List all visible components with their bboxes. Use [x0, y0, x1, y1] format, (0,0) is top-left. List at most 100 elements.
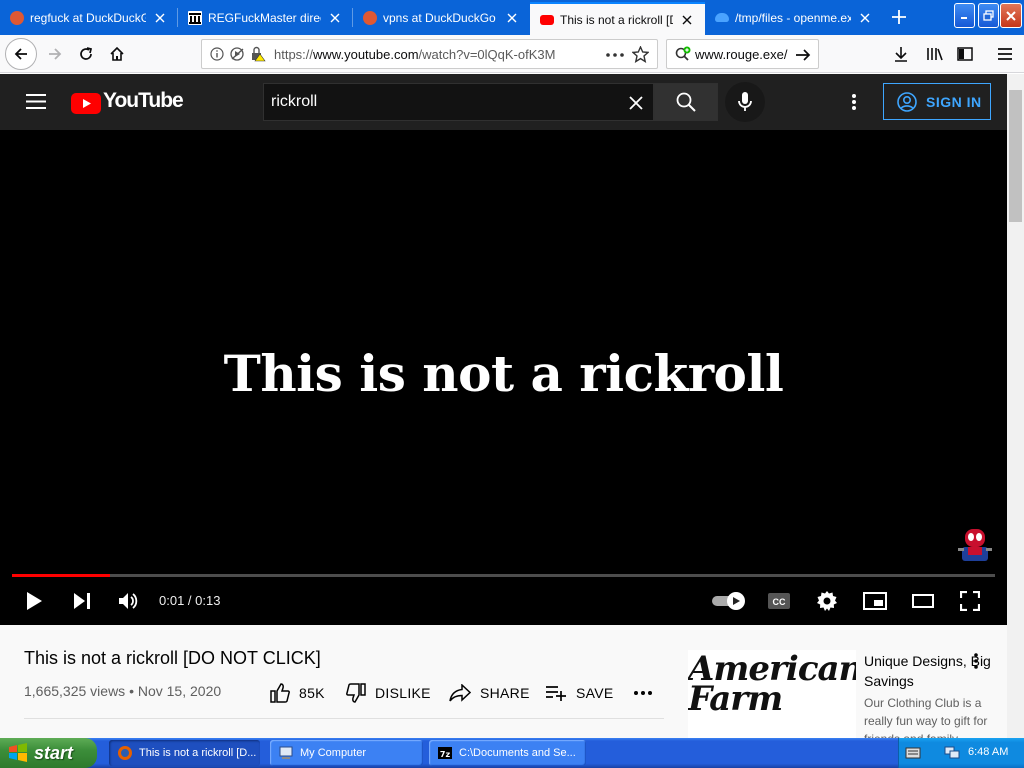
- url-bar[interactable]: https://www.youtube.com/watch?v=0lQqK-of…: [201, 39, 658, 69]
- dislike-button[interactable]: DISLIKE: [346, 680, 431, 706]
- url-text: https://www.youtube.com/watch?v=0lQqK-of…: [274, 47, 555, 62]
- close-window-button[interactable]: [1000, 3, 1022, 28]
- share-button[interactable]: SHARE: [449, 680, 530, 706]
- autoplay-toggle-icon: [712, 592, 745, 610]
- youtube-icon: [540, 14, 554, 25]
- taskbar: start This is not a rickroll [D... My Co…: [0, 738, 1024, 768]
- network-icon[interactable]: [943, 745, 961, 761]
- tab-youtube-rickroll[interactable]: This is not a rickroll [DO: [530, 2, 705, 35]
- theater-mode-button[interactable]: [905, 586, 941, 616]
- youtube-page: YouTube rickroll SIGN IN This is not a r…: [0, 74, 1007, 738]
- like-button[interactable]: 85K: [270, 680, 325, 706]
- tab-regfuckmaster-directory[interactable]: REGFuckMaster director: [178, 0, 353, 35]
- fullscreen-icon: [960, 591, 980, 611]
- fullscreen-button[interactable]: [952, 586, 988, 616]
- youtube-search-input[interactable]: rickroll: [271, 93, 317, 111]
- home-button[interactable]: [102, 39, 132, 69]
- sidebar-button[interactable]: [950, 39, 980, 69]
- miniplayer-button[interactable]: [857, 586, 893, 616]
- keyboard-icon[interactable]: [905, 746, 921, 760]
- microphone-icon: [738, 92, 752, 111]
- start-button[interactable]: start: [0, 738, 97, 768]
- more-vertical-icon: [974, 653, 978, 669]
- info-icon[interactable]: [210, 47, 224, 61]
- hamburger-icon: [998, 48, 1012, 60]
- downloads-button[interactable]: [886, 39, 916, 69]
- mute-button[interactable]: [111, 586, 147, 616]
- back-button[interactable]: [5, 38, 37, 70]
- like-count: 85K: [299, 685, 325, 701]
- search-input[interactable]: www.rouge.exe/: [695, 47, 791, 62]
- url-host: www.youtube.com: [313, 47, 419, 62]
- taskbar-item-firefox[interactable]: This is not a rickroll [D...: [109, 740, 260, 766]
- archive-icon: [188, 10, 202, 25]
- tab-tmp-files[interactable]: /tmp/files - openme.exe: [705, 0, 883, 35]
- autoplay-blocked-icon[interactable]: [230, 47, 246, 61]
- close-tab-icon[interactable]: [679, 12, 695, 28]
- save-label: SAVE: [576, 685, 614, 701]
- view-count-and-date: 1,665,325 views • Nov 15, 2020: [24, 683, 222, 699]
- taskbar-item-label: My Computer: [300, 747, 367, 759]
- voice-search-button[interactable]: [725, 82, 765, 122]
- scrollbar-thumb[interactable]: [1009, 90, 1022, 222]
- close-tab-icon[interactable]: [152, 10, 168, 26]
- youtube-header: YouTube rickroll SIGN IN: [0, 74, 1007, 130]
- channel-watermark-avatar[interactable]: [956, 526, 994, 564]
- arrow-right-icon: [49, 48, 62, 60]
- ad-thumbnail[interactable]: American Farm: [688, 650, 856, 738]
- tab-vpns-search[interactable]: vpns at DuckDuckGo: [353, 0, 530, 35]
- progress-played: [12, 574, 111, 577]
- reload-button[interactable]: [71, 39, 101, 69]
- page-actions-icon[interactable]: [606, 53, 624, 57]
- new-tab-button[interactable]: [888, 6, 910, 28]
- tab-title: This is not a rickroll [DO: [560, 12, 673, 27]
- progress-bar[interactable]: [12, 574, 995, 577]
- save-button[interactable]: SAVE: [545, 680, 614, 706]
- divider: [24, 718, 664, 719]
- youtube-search-button[interactable]: [654, 83, 718, 121]
- url-prefix: https://: [274, 47, 314, 62]
- next-button[interactable]: [64, 586, 100, 616]
- search-engine-icon[interactable]: [675, 46, 692, 63]
- taskbar-item-label: This is not a rickroll [D...: [139, 747, 257, 759]
- sign-in-button[interactable]: SIGN IN: [883, 83, 991, 120]
- clear-search-icon[interactable]: [629, 96, 643, 110]
- youtube-search-box[interactable]: rickroll: [263, 83, 654, 121]
- play-icon: [27, 592, 42, 610]
- taskbar-item-my-computer[interactable]: My Computer: [270, 740, 423, 766]
- play-button[interactable]: [16, 586, 52, 616]
- 7zip-icon: 7z: [438, 747, 452, 759]
- autoplay-toggle[interactable]: [708, 586, 748, 616]
- settings-button[interactable]: [809, 586, 845, 616]
- tab-regfuck-search[interactable]: regfuck at DuckDuckGo: [0, 0, 178, 35]
- close-tab-icon[interactable]: [504, 10, 520, 26]
- time-display: 0:01 / 0:13: [159, 593, 221, 608]
- forward-button[interactable]: [40, 39, 70, 69]
- settings-more-button[interactable]: [840, 90, 868, 114]
- insecure-lock-icon[interactable]: [250, 46, 266, 62]
- start-label: start: [34, 742, 74, 763]
- windows-logo-icon: [9, 743, 27, 762]
- video-player[interactable]: This is not a rickroll 0:01 / 0:13 CC: [0, 130, 1007, 625]
- restore-button[interactable]: [978, 3, 999, 28]
- guide-menu-icon[interactable]: [26, 93, 46, 110]
- taskbar-item-7zip[interactable]: 7z C:\Documents and Se...: [429, 740, 586, 766]
- library-button[interactable]: [919, 39, 949, 69]
- subtitles-button[interactable]: CC: [761, 586, 797, 616]
- go-arrow-icon[interactable]: [795, 47, 811, 63]
- cloud-icon: [715, 13, 729, 22]
- gear-icon: [817, 591, 837, 611]
- firefox-icon: [118, 746, 132, 760]
- minimize-button[interactable]: [954, 3, 975, 28]
- close-tab-icon[interactable]: [327, 10, 343, 26]
- menu-button[interactable]: [990, 39, 1020, 69]
- library-icon: [926, 48, 943, 61]
- youtube-logo-icon[interactable]: [71, 93, 101, 114]
- more-actions-button[interactable]: [634, 680, 661, 706]
- youtube-logo-text[interactable]: YouTube: [103, 89, 184, 113]
- bookmark-star-icon[interactable]: [632, 46, 649, 63]
- ad-menu-button[interactable]: [966, 649, 986, 673]
- search-bar[interactable]: www.rouge.exe/: [666, 39, 819, 69]
- close-tab-icon[interactable]: [857, 10, 873, 26]
- clock: 6:48 AM: [968, 746, 1009, 758]
